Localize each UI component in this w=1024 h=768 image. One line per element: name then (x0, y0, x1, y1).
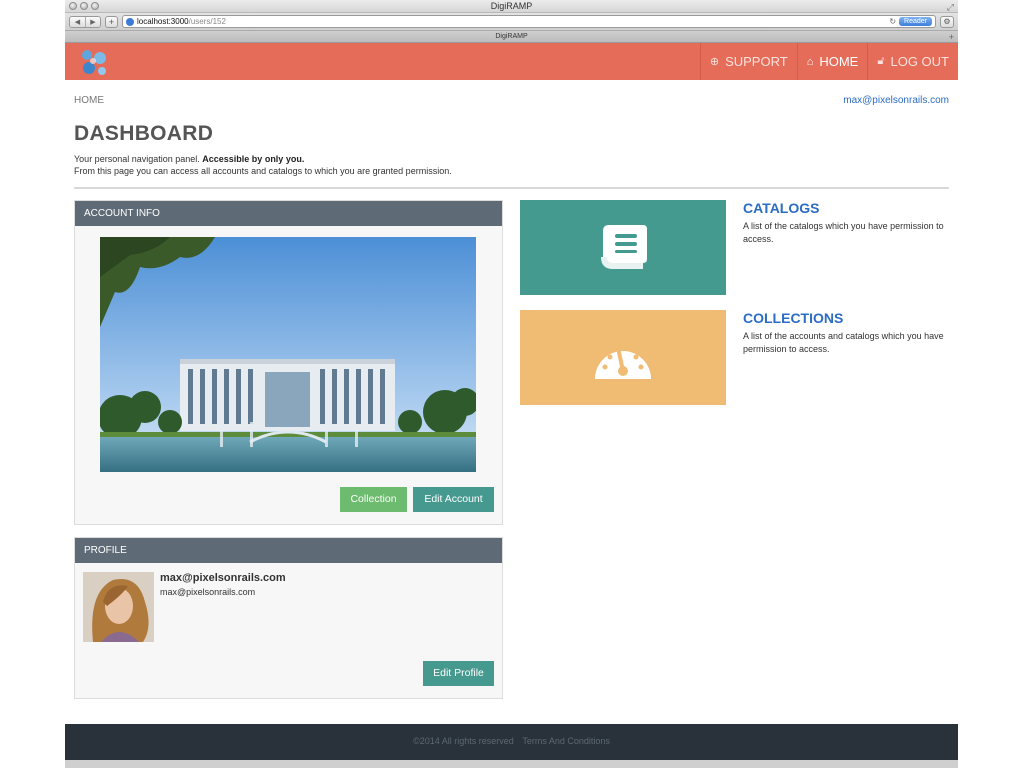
site-footer: ©2014 All rights reserved Terms And Cond… (65, 724, 958, 760)
unlock-icon: 🔓︎ (877, 55, 885, 67)
window-title: DigiRAMP (490, 1, 533, 11)
page-intro: Your personal navigation panel. Accessib… (74, 153, 949, 177)
browser-titlebar: DigiRAMP ⤢ (65, 0, 958, 13)
tab-title[interactable]: DigiRAMP (495, 33, 527, 40)
site-header: ⊕ SUPPORT ⌂ HOME 🔓︎ LOG OUT (65, 43, 958, 80)
intro-bold: Accessible by only you. (202, 154, 305, 164)
browser-toolbar: ◀ ▶ + localhost:3000 /users/152 ↻ Reader… (65, 13, 958, 31)
collection-button[interactable]: Collection (340, 487, 407, 512)
nav-home[interactable]: ⌂ HOME (796, 43, 868, 80)
tab-bar: DigiRAMP + (65, 31, 958, 43)
header-nav: ⊕ SUPPORT ⌂ HOME 🔓︎ LOG OUT (699, 43, 958, 80)
nav-logout[interactable]: 🔓︎ LOG OUT (867, 43, 958, 80)
fullscreen-icon[interactable]: ⤢ (947, 1, 954, 14)
window-controls (69, 2, 99, 10)
minimize-window-icon[interactable] (80, 2, 88, 10)
zoom-window-icon[interactable] (91, 2, 99, 10)
footer-copyright: ©2014 All rights reserved (413, 736, 514, 746)
nav-home-label: HOME (819, 54, 859, 69)
current-user-email[interactable]: max@pixelsonrails.com (843, 95, 949, 106)
avatar (83, 572, 154, 642)
add-bookmark-icon[interactable]: + (105, 15, 118, 28)
history-buttons: ◀ ▶ (69, 15, 101, 28)
url-host: localhost:3000 (137, 17, 189, 26)
page-title: DASHBOARD (74, 122, 214, 145)
collections-tile[interactable] (520, 310, 726, 405)
intro-line1: Your personal navigation panel. (74, 154, 200, 164)
collections-info: COLLECTIONS A list of the accounts and c… (743, 310, 953, 356)
collections-description: A list of the accounts and catalogs whic… (743, 331, 944, 354)
profile-name: max@pixelsonrails.com (160, 572, 286, 584)
book-icon (601, 224, 647, 269)
catalogs-description: A list of the catalogs which you have pe… (743, 221, 944, 244)
settings-gear-icon[interactable]: ⚙ (940, 15, 954, 28)
profile-email: max@pixelsonrails.com (160, 587, 256, 597)
account-building-image (100, 237, 476, 472)
account-info-panel: ACCOUNT INFO Collection Edit Account (74, 200, 503, 525)
close-window-icon[interactable] (69, 2, 77, 10)
reader-button[interactable]: Reader (899, 17, 932, 26)
footer-terms-link[interactable]: Terms And Conditions (522, 736, 610, 746)
edit-profile-button[interactable]: Edit Profile (423, 661, 494, 686)
home-icon: ⌂ (806, 55, 814, 68)
intro-line2: From this page you can access all accoun… (74, 166, 452, 176)
address-bar[interactable]: localhost:3000 /users/152 ↻ Reader (122, 15, 936, 28)
catalogs-title[interactable]: CATALOGS (743, 200, 953, 216)
forward-icon[interactable]: ▶ (85, 16, 100, 27)
nav-support-label: SUPPORT (725, 54, 788, 69)
lifebuoy-icon: ⊕ (709, 56, 720, 68)
browser-bottom-edge (65, 760, 958, 768)
logo-icon[interactable] (73, 43, 113, 80)
main-content: HOME max@pixelsonrails.com DASHBOARD You… (65, 80, 958, 189)
catalogs-tile[interactable] (520, 200, 726, 295)
edit-account-button[interactable]: Edit Account (413, 487, 494, 512)
breadcrumb-home[interactable]: HOME (74, 95, 104, 106)
url-path: /users/152 (188, 17, 226, 26)
collections-title[interactable]: COLLECTIONS (743, 310, 953, 326)
reload-icon[interactable]: ↻ (889, 17, 896, 26)
back-icon[interactable]: ◀ (70, 16, 85, 27)
new-tab-icon[interactable]: + (949, 31, 954, 43)
dashboard-gauge-icon (595, 348, 651, 379)
catalogs-info: CATALOGS A list of the catalogs which yo… (743, 200, 953, 246)
nav-logout-label: LOG OUT (890, 54, 949, 69)
divider (74, 187, 949, 189)
nav-support[interactable]: ⊕ SUPPORT (699, 43, 797, 80)
globe-icon (126, 17, 134, 26)
account-info-heading: ACCOUNT INFO (75, 201, 502, 226)
profile-heading: PROFILE (75, 538, 502, 563)
profile-panel: PROFILE max@pixelsonrails.com max@pixels… (74, 537, 503, 699)
browser-window: DigiRAMP ⤢ ◀ ▶ + localhost:3000 /users/1… (65, 0, 958, 768)
